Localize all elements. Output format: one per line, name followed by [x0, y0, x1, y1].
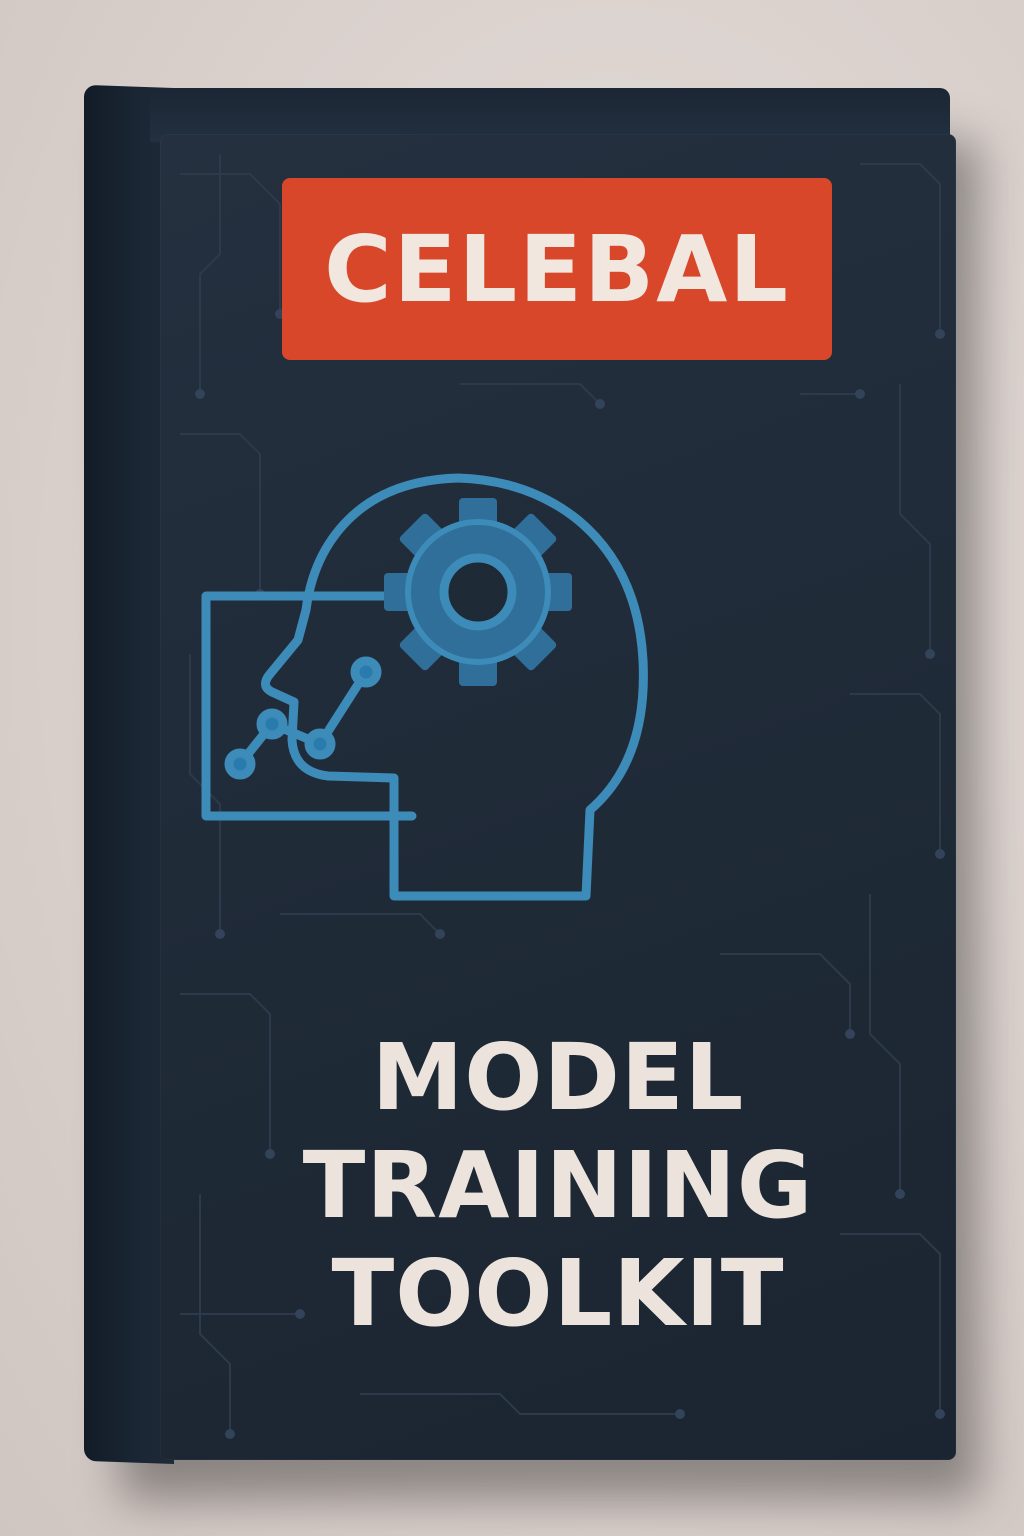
box-front-cover: CELEBAL MODEL TRAINING TOOLKIT [160, 134, 956, 1460]
brand-badge: CELEBAL [282, 178, 832, 360]
title-line-1: MODEL [371, 1024, 745, 1131]
title-line-3: TOOLKIT [331, 1240, 785, 1347]
brand-name: CELEBAL [324, 215, 790, 323]
head-with-gear-icon [201, 473, 648, 901]
title-line-2: TRAINING [302, 1132, 814, 1239]
line-chart-icon [201, 591, 417, 821]
product-scene: CELEBAL MODEL TRAINING TOOLKIT [0, 0, 1024, 1536]
product-title: MODEL TRAINING TOOLKIT [160, 1024, 956, 1348]
